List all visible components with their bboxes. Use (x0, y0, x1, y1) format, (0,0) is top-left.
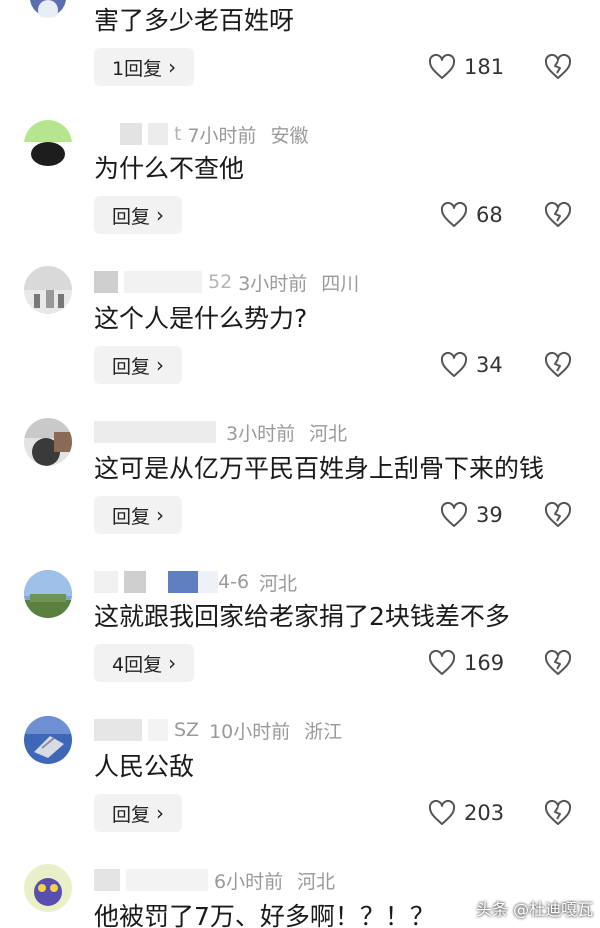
comment-item: 52 3小时前 四川 这个人是什么势力? 回复 › 34 (0, 266, 600, 406)
blurred-username (94, 719, 142, 741)
like-count: 181 (464, 55, 505, 79)
heart-outline-icon (440, 202, 468, 227)
like-count: 169 (464, 651, 505, 675)
source-watermark: 头条 @杜迪嘎瓦 (476, 900, 594, 919)
chevron-right-icon: › (156, 203, 165, 227)
comment-text: 这可是从亿万平民百姓身上刮骨下来的钱 (94, 454, 545, 483)
comment-text: 为什么不查他 (94, 154, 245, 183)
like-button[interactable]: 169 (428, 644, 504, 682)
reply-label: 回复 (112, 355, 151, 378)
like-button[interactable]: 203 (428, 794, 504, 832)
comment-time: 3小时前 (226, 422, 296, 445)
like-button[interactable]: 68 (440, 196, 503, 234)
comment-meta: 52 3小时前 四川 (94, 269, 359, 295)
broken-heart-icon[interactable] (544, 53, 572, 81)
blurred-username (126, 869, 208, 891)
comment-text: 这就跟我回家给老家捐了2块钱差不多 (94, 602, 510, 631)
avatar[interactable] (24, 570, 72, 618)
comment-region: 四川 (321, 272, 360, 295)
comment-time: 7小时前 (187, 124, 257, 147)
blurred-username (94, 869, 120, 891)
comment-meta: 3小时前 河北 (94, 419, 347, 445)
comment-text: 害了多少老百姓呀 (94, 6, 295, 35)
comment-item: 害了多少老百姓呀 1回复 › 181 (0, 0, 600, 110)
comment-text: 他被罚了7万、好多啊！？！？ (94, 902, 435, 928)
heart-outline-icon (428, 650, 456, 675)
blurred-username (94, 421, 216, 443)
reply-button[interactable]: 回复 › (94, 346, 183, 384)
reply-button[interactable]: 4回复 › (94, 644, 195, 682)
chevron-right-icon: › (156, 801, 165, 825)
broken-heart-icon[interactable] (544, 351, 572, 379)
heart-outline-icon (440, 352, 468, 377)
comment-region: 河北 (309, 422, 348, 445)
heart-outline-icon (428, 54, 456, 79)
broken-heart-icon[interactable] (544, 799, 572, 827)
comment-item: 3小时前 河北 这可是从亿万平民百姓身上刮骨下来的钱 回复 › 39 (0, 416, 600, 556)
blurred-username (94, 571, 118, 593)
comment-meta: t 7小时前 安徽 (94, 121, 309, 147)
like-count: 203 (464, 801, 505, 825)
blurred-username (148, 123, 168, 145)
avatar[interactable] (24, 418, 72, 466)
comment-meta: 4-6 河北 (94, 569, 297, 595)
username-fragment: 4-6 (218, 571, 250, 593)
username-fragment: 52 (208, 271, 233, 293)
reply-label: 回复 (112, 505, 151, 528)
like-button[interactable]: 34 (440, 346, 503, 384)
reply-button[interactable]: 1回复 › (94, 48, 195, 86)
blurred-username (168, 571, 198, 593)
broken-heart-icon[interactable] (544, 201, 572, 229)
like-button[interactable]: 39 (440, 496, 503, 534)
chevron-right-icon: › (168, 55, 177, 79)
username-fragment: t (174, 123, 182, 145)
reply-button[interactable]: 回复 › (94, 496, 183, 534)
avatar[interactable] (24, 716, 72, 764)
reply-button[interactable]: 回复 › (94, 196, 183, 234)
comment-region: 河北 (259, 572, 298, 595)
comment-region: 安徽 (270, 124, 309, 147)
heart-outline-icon (440, 502, 468, 527)
like-count: 39 (476, 503, 503, 527)
like-count: 68 (476, 203, 503, 227)
comment-item: SZ 10小时前 浙江 人民公敌 回复 › 203 (0, 714, 600, 854)
comment-time: 10小时前 (209, 720, 291, 743)
blurred-username (124, 271, 202, 293)
reply-label: 回复 (112, 803, 151, 826)
like-button[interactable]: 181 (428, 48, 504, 86)
comment-meta: 6小时前 河北 (94, 867, 335, 893)
username-fragment: SZ (174, 719, 200, 741)
reply-label: 1回复 (112, 57, 163, 80)
comment-text: 这个人是什么势力? (94, 304, 308, 333)
chevron-right-icon: › (156, 503, 165, 527)
avatar[interactable] (24, 864, 72, 912)
broken-heart-icon[interactable] (544, 501, 572, 529)
chevron-right-icon: › (156, 353, 165, 377)
comment-region: 浙江 (304, 720, 343, 743)
like-count: 34 (476, 353, 503, 377)
avatar[interactable] (24, 266, 72, 314)
reply-button[interactable]: 回复 › (94, 794, 183, 832)
comment-region: 河北 (297, 870, 336, 893)
comment-time: 6小时前 (214, 870, 284, 893)
comment-item: 4-6 河北 这就跟我回家给老家捐了2块钱差不多 4回复 › 169 (0, 566, 600, 706)
avatar[interactable] (24, 120, 72, 168)
comment-item: t 7小时前 安徽 为什么不查他 回复 › 68 (0, 118, 600, 258)
comment-text: 人民公敌 (94, 752, 195, 781)
comment-time: 3小时前 (238, 272, 308, 295)
blurred-username (124, 571, 146, 593)
reply-label: 回复 (112, 205, 151, 228)
reply-label: 4回复 (112, 653, 163, 676)
blurred-username (120, 123, 142, 145)
heart-outline-icon (428, 800, 456, 825)
broken-heart-icon[interactable] (544, 649, 572, 677)
comment-list: 害了多少老百姓呀 1回复 › 181 t 7小时前 安徽 为什么不查他 回复 ›… (0, 0, 600, 928)
blurred-username (94, 271, 118, 293)
chevron-right-icon: › (168, 651, 177, 675)
blurred-username (198, 571, 218, 593)
blurred-username (148, 719, 168, 741)
avatar[interactable] (24, 0, 72, 18)
comment-meta: SZ 10小时前 浙江 (94, 717, 342, 743)
